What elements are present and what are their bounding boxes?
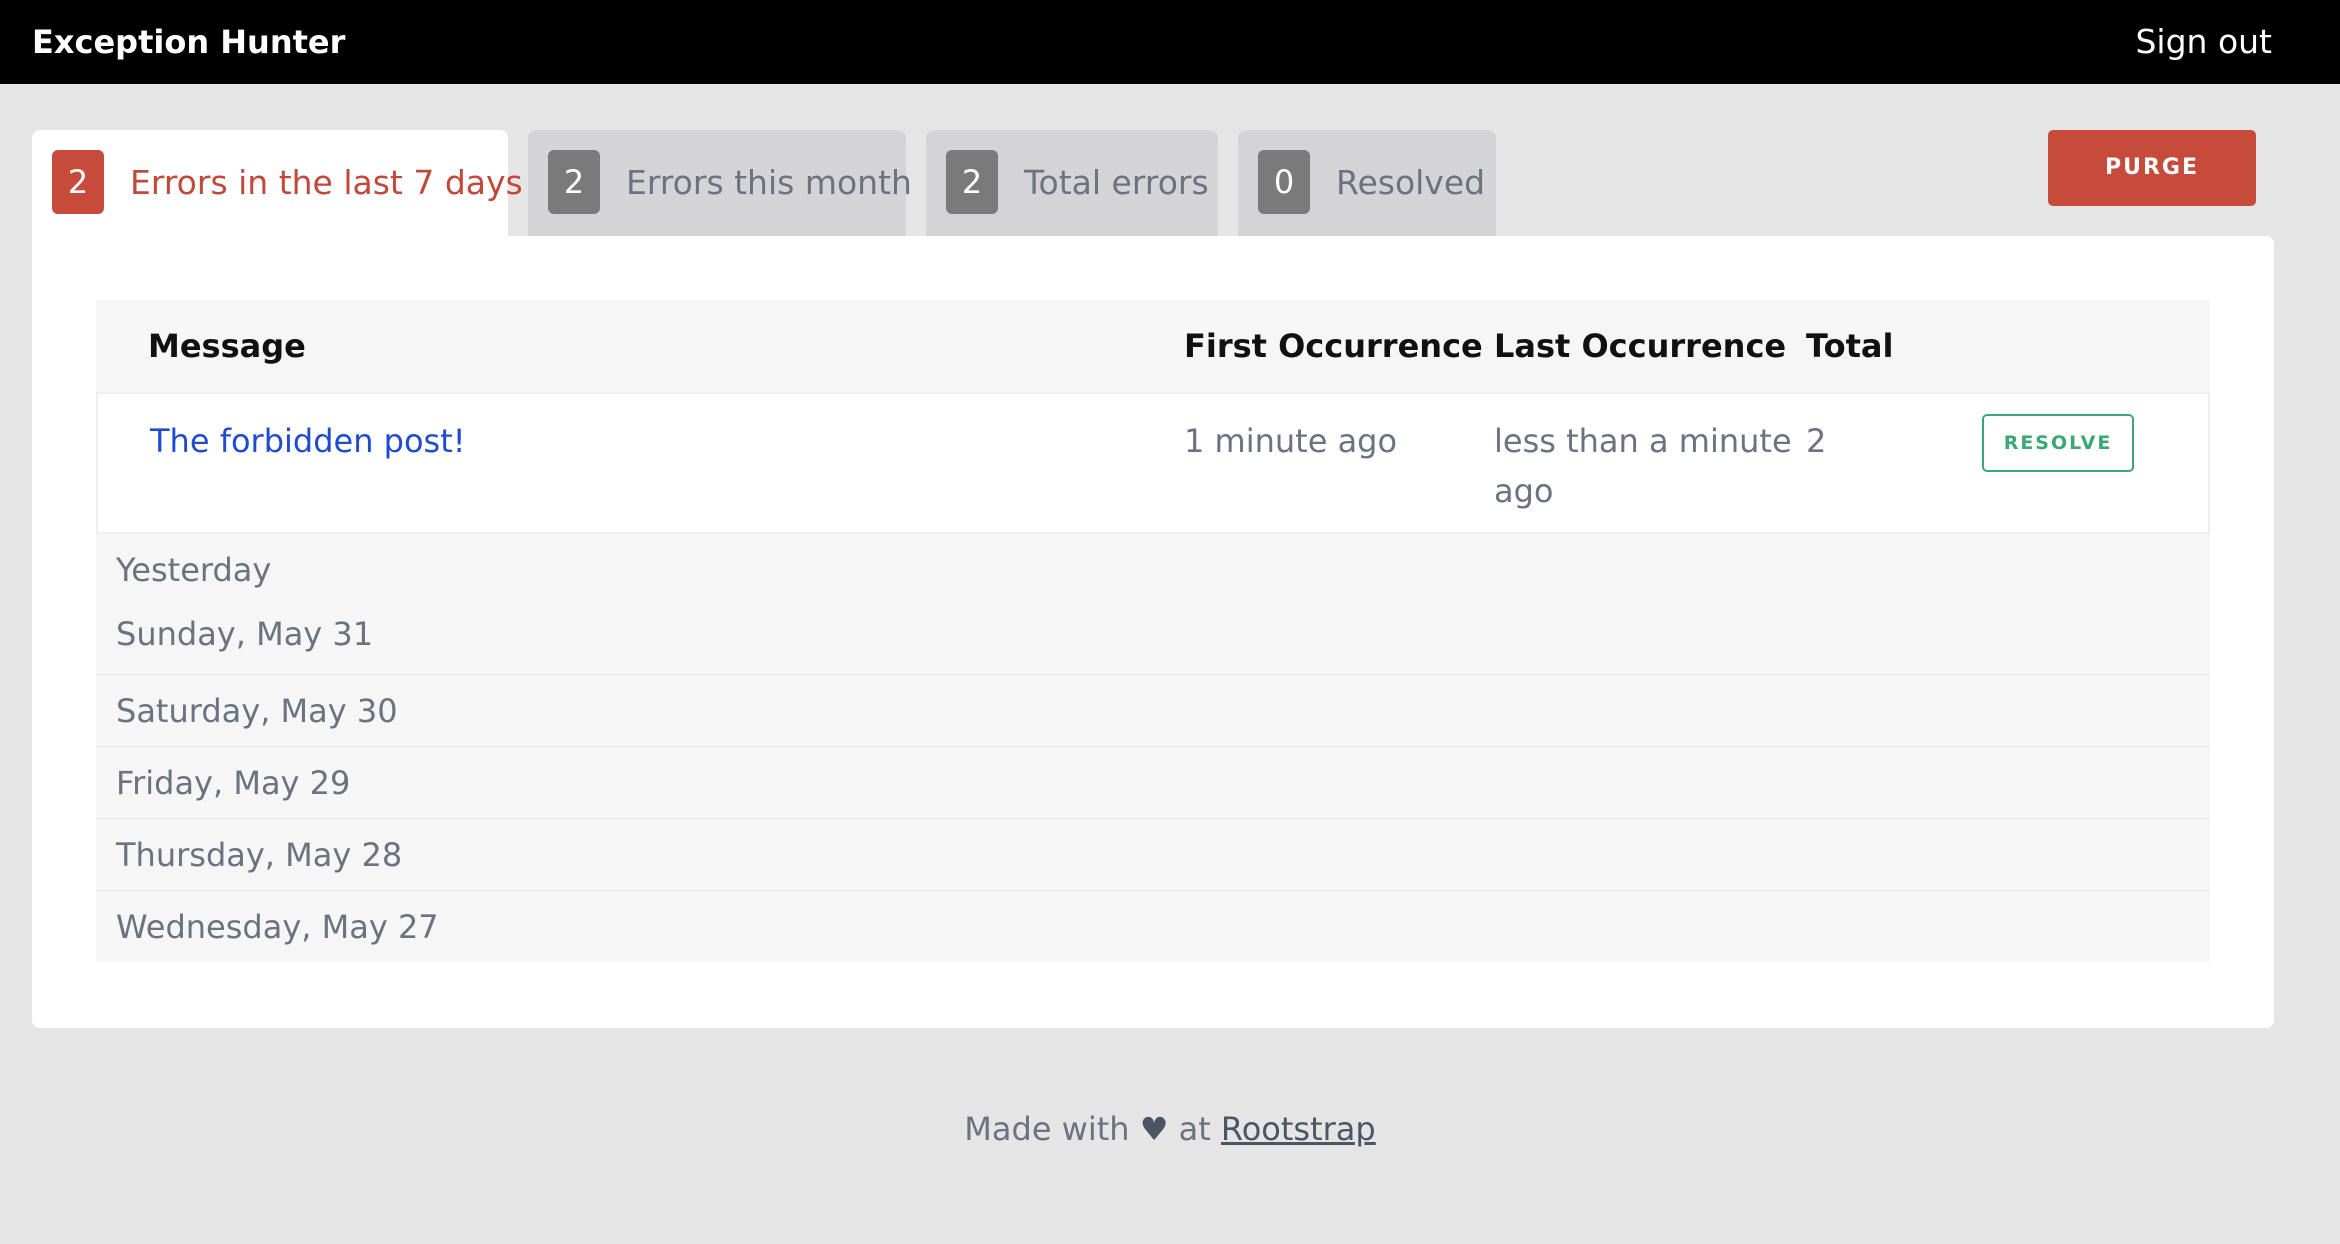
sign-out-link[interactable]: Sign out: [2135, 0, 2272, 84]
header-first-occurrence: First Occurrence: [1184, 327, 1483, 365]
errors-panel: Message First Occurrence Last Occurrence…: [32, 236, 2274, 1028]
rootstrap-link[interactable]: Rootstrap: [1221, 1110, 1376, 1148]
tab-label: Errors this month: [626, 163, 912, 202]
message-cell: The forbidden post!: [150, 416, 466, 466]
top-navbar: Exception Hunter Sign out: [0, 0, 2340, 84]
header-message: Message: [148, 327, 306, 365]
errors-table: Message First Occurrence Last Occurrence…: [96, 300, 2210, 962]
last-occurrence-line-2: ago: [1494, 472, 1554, 510]
app-title[interactable]: Exception Hunter: [32, 0, 345, 84]
tab-label: Resolved: [1336, 163, 1486, 202]
resolve-button[interactable]: RESOLVE: [1982, 414, 2134, 472]
day-group-row: Wednesday, May 27: [96, 890, 2210, 962]
day-group-row: Friday, May 29: [96, 746, 2210, 818]
count-badge: 2: [52, 150, 104, 214]
purge-button[interactable]: PURGE: [2048, 130, 2256, 206]
header-total: Total: [1806, 327, 1894, 365]
tab-total-errors[interactable]: 2 Total errors: [926, 130, 1218, 236]
last-occurrence-line-1: less than a minute: [1494, 422, 1792, 460]
header-last-occurrence: Last Occurrence: [1494, 327, 1787, 365]
table-header: Message First Occurrence Last Occurrence…: [96, 300, 2210, 392]
heart-icon: ♥: [1139, 1110, 1169, 1148]
day-group-row: Yesterday: [96, 534, 2210, 602]
footer-made-with: Made with: [964, 1110, 1130, 1148]
last-occurrence-cell: less than a minute ago: [1494, 416, 1792, 516]
error-message-link[interactable]: The forbidden post!: [150, 422, 466, 460]
day-group-row: Saturday, May 30: [96, 674, 2210, 746]
footer: Made with ♥ at Rootstrap: [0, 1110, 2340, 1148]
footer-at: at: [1178, 1110, 1211, 1148]
tab-resolved[interactable]: 0 Resolved: [1238, 130, 1496, 236]
count-badge: 2: [946, 150, 998, 214]
tab-label: Total errors: [1024, 163, 1209, 202]
day-group-row: Thursday, May 28: [96, 818, 2210, 890]
tab-label: Errors in the last 7 days: [130, 163, 523, 202]
first-occurrence-cell: 1 minute ago: [1184, 422, 1398, 460]
total-cell: 2: [1806, 422, 1827, 460]
count-badge: 2: [548, 150, 600, 214]
tab-errors-last-7-days[interactable]: 2 Errors in the last 7 days: [32, 130, 523, 242]
count-badge: 0: [1258, 150, 1310, 214]
tab-errors-this-month[interactable]: 2 Errors this month: [528, 130, 912, 236]
day-group-row: Sunday, May 31: [96, 602, 2210, 674]
table-row: The forbidden post! 1 minute ago less th…: [96, 392, 2210, 534]
